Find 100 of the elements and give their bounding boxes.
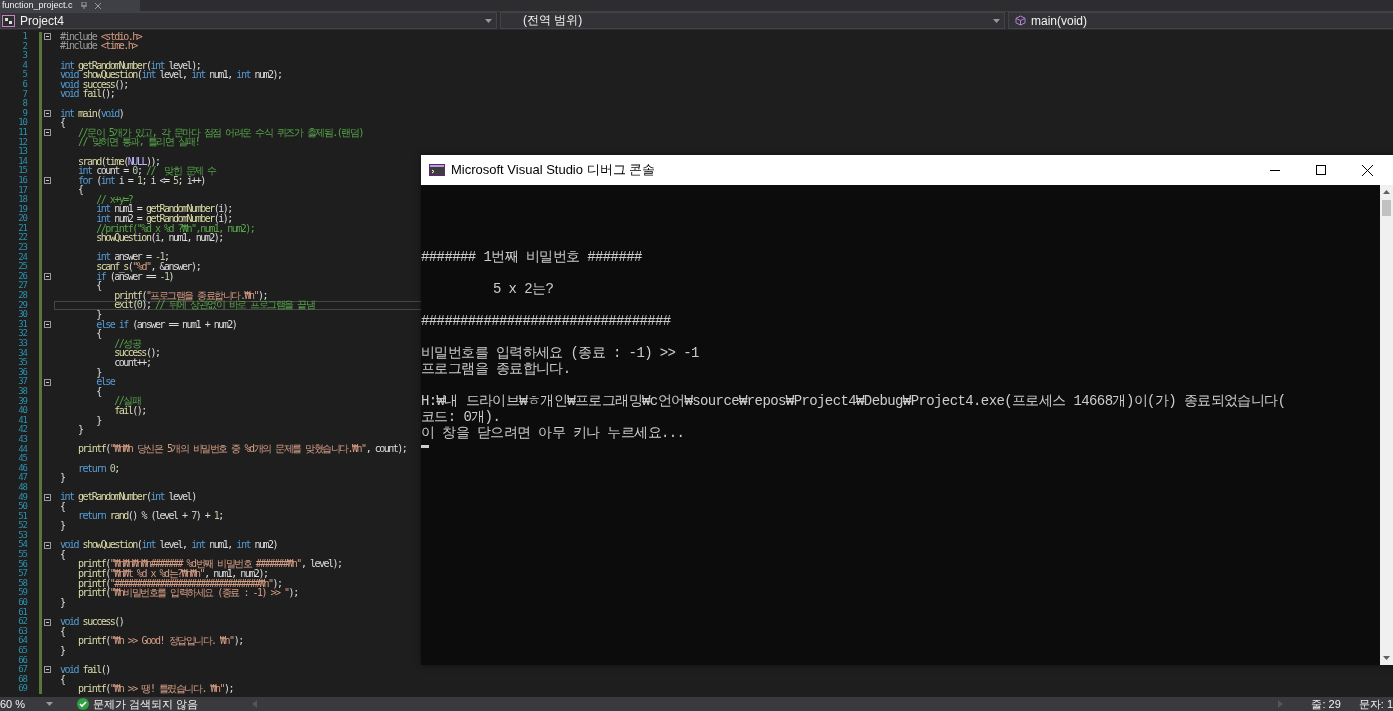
collapse-icon[interactable] — [44, 321, 51, 329]
collapse-icon[interactable] — [44, 493, 51, 501]
member-dropdown[interactable]: main(void) — [1008, 12, 1393, 29]
code-line: //문이 5개가 있고, 각 문마다 점점 어려운 수식 퀴즈가 출제됨.(랜덤) — [77, 127, 364, 138]
code-line: return 0; — [77, 463, 120, 474]
line-number: 33 — [17, 339, 27, 349]
code-line: } — [95, 415, 102, 426]
pin-icon[interactable] — [80, 2, 87, 9]
code-line: printf("₩n₩n 당신은 5개의 비밀번호 중 %d개의 문제를 맞혔습니다.₩n", count); — [77, 444, 408, 455]
line-number: 42 — [17, 425, 27, 435]
line-number: 40 — [17, 406, 27, 416]
line-number: 65 — [17, 646, 27, 656]
issues-status[interactable]: 문제가 검색되지 않음 — [93, 696, 199, 711]
code-line: { — [59, 626, 66, 637]
collapse-icon[interactable] — [44, 129, 51, 137]
code-line: count++; — [113, 358, 151, 368]
console-line: 비밀번호를 입력하세요 (종료 : -1) >> -1 — [421, 345, 699, 361]
line-number: 16 — [17, 175, 27, 186]
code-line: int getRandomNumber(int level) — [59, 492, 197, 503]
collapse-icon[interactable] — [44, 110, 51, 118]
code-line: void success(); — [59, 79, 128, 90]
check-icon — [77, 698, 89, 710]
code-line: { — [95, 281, 102, 292]
editor-tab[interactable]: function_project.c — [0, 0, 140, 11]
code-line: int count = 0; // 맞힌 문제 수 — [77, 166, 218, 176]
line-number: 1 — [21, 32, 27, 42]
line-number: 67 — [17, 665, 27, 675]
code-line: } — [59, 473, 66, 483]
line-indicator: 줄: 29 — [1311, 696, 1341, 711]
line-number: 8 — [21, 99, 27, 109]
collapse-icon[interactable] — [44, 618, 51, 626]
code-line: } — [77, 425, 84, 435]
caret-icon — [993, 18, 1000, 23]
code-line: //printf("%d x %d ?₩n",num1, num2); — [95, 223, 256, 234]
code-line: if (answer == -1) — [95, 271, 174, 282]
line-number: 44 — [17, 444, 27, 454]
line-number: 28 — [17, 291, 27, 301]
code-line: printf("프로그램을 종료합니다.₩n"); — [113, 291, 268, 301]
collapse-icon[interactable] — [44, 33, 51, 41]
code-line: { — [59, 502, 66, 512]
code-line: scanf_s("%d", &answer); — [95, 262, 202, 272]
code-line: { — [59, 550, 66, 560]
line-number: 64 — [17, 636, 27, 646]
caret-icon — [46, 702, 53, 706]
console-icon — [429, 164, 445, 176]
line-number: 15 — [17, 166, 27, 176]
line-number: 17 — [17, 185, 27, 195]
code-line: // x+y=? — [95, 195, 134, 205]
code-line: success(); — [113, 348, 161, 359]
zoom-level[interactable]: 60 % — [0, 698, 46, 710]
collapse-icon[interactable] — [44, 273, 51, 281]
collapse-icon[interactable] — [44, 378, 51, 386]
line-number: 43 — [17, 434, 27, 445]
code-line: printf("₩n >> 땡! 틀렸습니다. ₩n"); — [77, 684, 235, 694]
collapse-icon[interactable] — [44, 666, 51, 674]
code-line: //성공 — [113, 339, 142, 349]
code-line: return rand() % (level + 7) + 1; — [77, 511, 224, 522]
line-number: 34 — [17, 348, 27, 358]
text-cursor — [421, 445, 429, 448]
line-number: 69 — [17, 684, 27, 694]
line-number: 6 — [21, 79, 27, 90]
line-number: 12 — [17, 137, 27, 147]
line-number: 45 — [17, 454, 27, 464]
console-line: 코드: 0개). — [421, 409, 501, 425]
line-number: 10 — [17, 118, 27, 128]
line-number: 7 — [21, 89, 27, 99]
line-number: 3 — [21, 51, 27, 61]
scroll-up-icon[interactable] — [1383, 190, 1390, 194]
code-line: void showQuestion(int level, int num1, int num2) — [59, 540, 279, 551]
scroll-down-icon[interactable] — [1383, 656, 1390, 660]
code-line: printf("₩n₩t %d x %d는?₩n₩n", num1, num2); — [77, 569, 268, 579]
scrollbar-thumb[interactable] — [1382, 200, 1391, 216]
collapse-icon[interactable] — [44, 177, 51, 185]
code-line: { — [95, 329, 102, 339]
line-number: 66 — [17, 655, 27, 665]
code-line: for (int i = 1; i <= 5; i++) — [77, 175, 206, 186]
code-line: fail(); — [113, 406, 147, 416]
line-number: 41 — [17, 415, 27, 425]
line-number: 26 — [17, 271, 27, 281]
code-line: void fail(); — [59, 89, 115, 100]
line-number: 9 — [21, 108, 27, 118]
line-number: 29 — [17, 300, 27, 310]
line-number: 39 — [17, 396, 27, 406]
code-line: { — [95, 386, 102, 397]
line-number: 22 — [17, 233, 27, 243]
code-line: printf("₩n₩n₩n₩n####### %d번째 비밀번호 #######₩n", level); — [77, 559, 343, 570]
code-line: { — [59, 118, 66, 128]
close-icon[interactable] — [94, 2, 101, 9]
collapse-icon[interactable] — [44, 541, 51, 549]
line-number: 50 — [17, 502, 27, 512]
project-icon — [2, 14, 15, 27]
code-line: else — [95, 377, 116, 387]
scrollbar[interactable] — [1380, 185, 1393, 665]
close-icon — [1361, 164, 1373, 176]
scope-dropdown[interactable]: (전역 범위) — [500, 12, 1005, 29]
project-dropdown[interactable]: Project4 — [0, 12, 497, 29]
line-number: 62 — [17, 617, 27, 627]
line-number: 13 — [17, 147, 27, 157]
line-number: 37 — [17, 377, 27, 387]
line-number: 35 — [17, 358, 27, 368]
